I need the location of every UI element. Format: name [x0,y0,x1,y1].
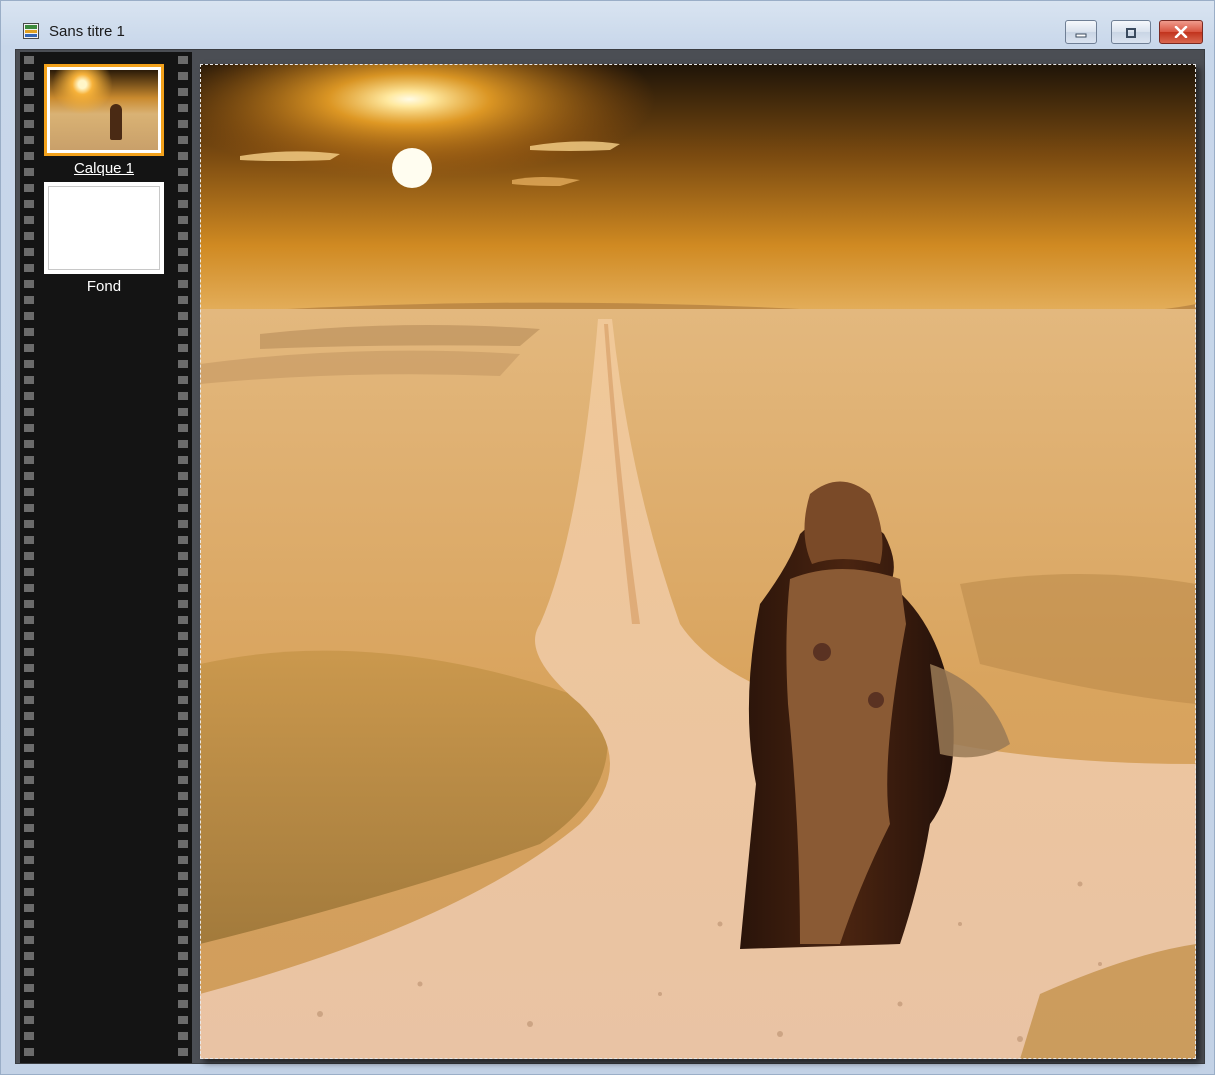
image-canvas[interactable] [200,64,1196,1059]
layer-thumbnail[interactable] [44,182,164,274]
film-perforations [176,52,190,1063]
document-client-area: Calque 1 Fond [15,49,1205,1064]
layer-label[interactable]: Fond [44,278,164,295]
minimize-icon [1075,23,1087,42]
layer-thumbnail-image [50,70,158,150]
film-perforations [22,52,36,1063]
canvas-image [200,64,1196,1059]
maximize-button[interactable] [1111,20,1151,44]
minimize-button[interactable] [1065,20,1097,44]
maximize-icon [1125,23,1137,42]
layer-item-fond[interactable]: Fond [44,182,164,295]
layer-item-calque-1[interactable]: Calque 1 [44,64,164,177]
layers-filmstrip: Calque 1 Fond [20,52,192,1063]
layer-thumbnail-image [48,186,160,270]
close-button[interactable] [1159,20,1203,44]
layer-label[interactable]: Calque 1 [44,160,164,177]
close-icon [1174,23,1188,42]
image-document-icon [23,23,39,39]
window-title: Sans titre 1 [49,23,125,40]
document-window: Sans titre 1 Calque 1 Fond [0,0,1215,1075]
title-bar[interactable]: Sans titre 1 [1,1,1214,47]
layer-thumbnail[interactable] [44,64,164,156]
